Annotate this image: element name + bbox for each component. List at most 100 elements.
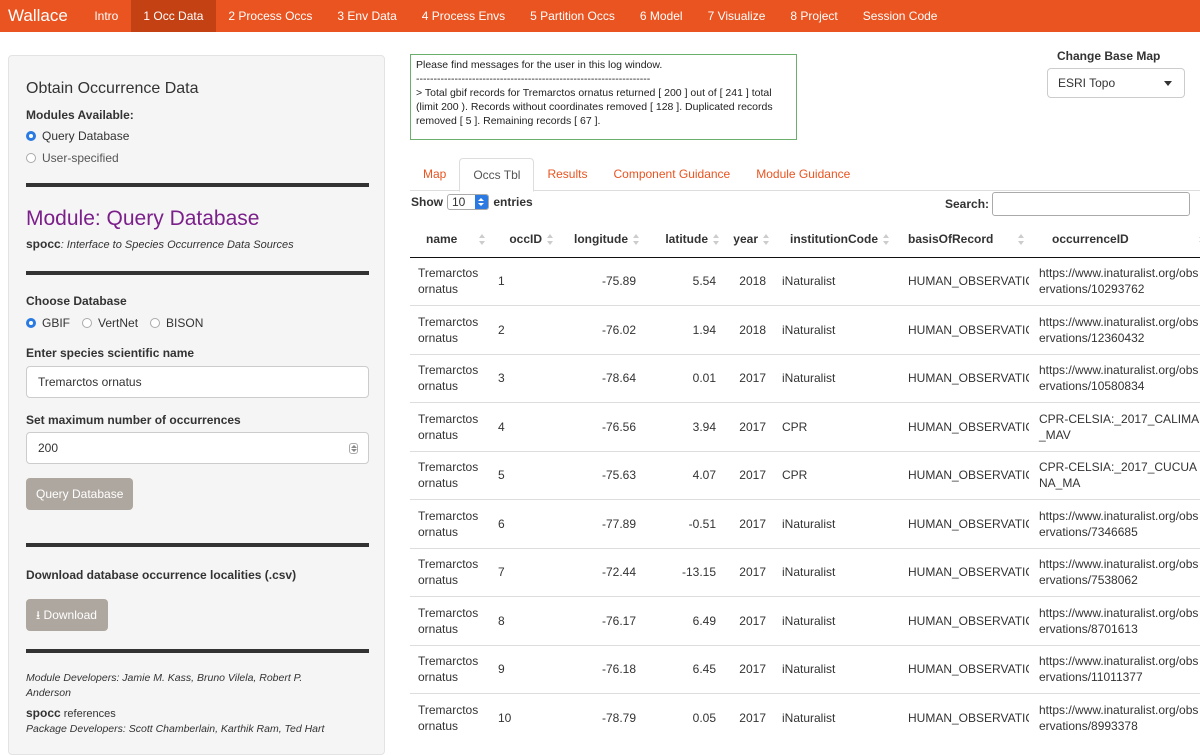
table-cell-occurrenceid: https://www.inaturalist.org/observations… [1029,693,1200,742]
tab-map[interactable]: Map [410,158,459,191]
table-cell-latitude: 0.05 [644,693,724,742]
species-name-label: Enter species scientific name [26,346,195,360]
download-icon: ⭳ [36,608,41,622]
column-header-year[interactable]: year [724,222,774,258]
table-cell-occid: 4 [490,402,558,451]
table-row[interactable]: Tremarctos ornatus 6 -77.89 -0.51 2017 iNatur… [410,499,1200,548]
column-header-name[interactable]: name [410,222,490,258]
column-header-occid[interactable]: occID [490,222,558,258]
nav-tab-process-envs[interactable]: 4 Process Envs [409,0,517,32]
nav-tab-occ-data[interactable]: 1 Occ Data [130,0,216,32]
table-cell-occid: 7 [490,547,558,597]
table-row[interactable]: Tremarctos ornatus 1 -75.89 5.54 2018 iNatura… [410,256,1200,306]
column-header-latitude[interactable]: latitude [644,222,724,258]
table-cell-basisofrecord: HUMAN_OBSERVATION [894,305,1029,354]
number-spinner-icon[interactable] [349,443,358,454]
table-cell-longitude: -78.64 [558,353,644,403]
nav-tab-model[interactable]: 6 Model [627,0,695,32]
show-label: Show [411,195,443,209]
table-cell-longitude: -78.79 [558,693,644,742]
table-cell-name: Tremarctos ornatus [410,353,490,403]
table-cell-occid: 9 [490,644,558,694]
section-divider [26,649,369,653]
nav-tab-project[interactable]: 8 Project [778,0,850,32]
table-row[interactable]: Tremarctos ornatus 7 -72.44 -13.15 2017 iNatu… [410,547,1200,597]
database-option-gbif[interactable]: GBIF [26,316,70,330]
nav-tab-partition-occs[interactable]: 5 Partition Occs [518,0,628,32]
table-cell-occid: 3 [490,353,558,403]
max-occurrences-input[interactable]: 200 [26,432,369,464]
nav-tab-process-occs[interactable]: 2 Process Occs [216,0,325,32]
database-radio-group: GBIF VertNet BISON [26,316,215,330]
table-cell-name: Tremarctos ornatus [410,256,490,306]
updown-arrows-icon [475,195,489,209]
tab-occs-tbl[interactable]: Occs Tbl [459,158,535,192]
nav-tab-env-data[interactable]: 3 Env Data [325,0,409,32]
table-cell-institutioncode: CPR [774,450,894,500]
database-option-label: BISON [166,316,204,330]
log-message: > Total gbif records for Tremarctos orna… [416,87,773,127]
module-option-user-specified[interactable]: User-specified [26,151,119,165]
nav-tab-visualize[interactable]: 7 Visualize [695,0,778,32]
table-cell-institutioncode: iNaturalist [774,256,894,306]
radio-unselected-icon [26,153,36,163]
table-cell-institutioncode: iNaturalist [774,596,894,645]
table-cell-longitude: -77.89 [558,499,644,548]
table-cell-occurrenceid: CPR-CELSIA:_2017_CUCUANA_MA [1029,450,1200,500]
table-row[interactable]: Tremarctos ornatus 2 -76.02 1.94 2018 iNatura… [410,305,1200,354]
search-label: Search: [945,197,990,211]
table-cell-year: 2017 [724,353,774,403]
table-cell-basisofrecord: HUMAN_OBSERVATION [894,644,1029,694]
refs-package-name[interactable]: spocc [26,706,61,720]
database-option-bison[interactable]: BISON [150,316,203,330]
table-row[interactable]: Tremarctos ornatus 10 -78.79 0.05 2017 iNatur… [410,693,1200,742]
table-cell-occurrenceid: https://www.inaturalist.org/observations… [1029,547,1200,597]
tab-component-guidance[interactable]: Component Guidance [600,158,743,191]
table-row[interactable]: Tremarctos ornatus 5 -75.63 4.07 2017 CPR HUMA… [410,450,1200,500]
table-row[interactable]: Tremarctos ornatus 3 -78.64 0.01 2017 iNatura… [410,353,1200,403]
table-cell-latitude: 4.07 [644,450,724,500]
tab-results[interactable]: Results [534,158,600,191]
table-cell-year: 2017 [724,547,774,597]
column-header-institutioncode[interactable]: institutionCode [774,222,894,258]
table-cell-latitude: -0.51 [644,499,724,548]
download-button[interactable]: ⭳ Download [26,599,108,631]
table-cell-year: 2017 [724,450,774,500]
table-row[interactable]: Tremarctos ornatus 9 -76.18 6.45 2017 iNatura… [410,644,1200,694]
table-cell-occid: 2 [490,305,558,354]
table-cell-name: Tremarctos ornatus [410,402,490,451]
column-header-longitude[interactable]: longitude [558,222,644,258]
module-option-label: User-specified [42,151,119,165]
table-cell-year: 2017 [724,499,774,548]
entries-select[interactable]: 10 [447,194,490,210]
results-tabs: Map Occs Tbl Results Component Guidance … [410,158,1200,192]
table-row[interactable]: Tremarctos ornatus 4 -76.56 3.94 2017 CPR HUMA… [410,402,1200,451]
table-cell-year: 2018 [724,256,774,306]
sort-icon [547,234,553,245]
log-window: Please find messages for the user in thi… [410,54,797,140]
sort-icon [479,234,485,245]
table-cell-basisofrecord: HUMAN_OBSERVATION [894,693,1029,742]
table-cell-occid: 1 [490,256,558,306]
nav-tab-intro[interactable]: Intro [82,0,131,32]
table-cell-occurrenceid: https://www.inaturalist.org/observations… [1029,256,1200,306]
table-search-input[interactable] [992,192,1190,216]
section-divider [26,183,369,187]
module-option-query-database[interactable]: Query Database [26,129,129,143]
table-cell-basisofrecord: HUMAN_OBSERVATION [894,450,1029,500]
column-header-occurrenceid[interactable]: occurrenceID [1029,222,1200,258]
table-cell-latitude: 6.45 [644,644,724,694]
basemap-value: ESRI Topo [1058,76,1116,90]
table-cell-longitude: -76.18 [558,644,644,694]
basemap-select[interactable]: ESRI Topo [1047,68,1185,98]
query-database-button[interactable]: Query Database [26,478,134,510]
species-name-input[interactable]: Tremarctos ornatus [26,366,369,398]
database-option-vertnet[interactable]: VertNet [82,316,138,330]
app-brand[interactable]: Wallace [0,0,82,32]
table-cell-basisofrecord: HUMAN_OBSERVATION [894,547,1029,597]
table-cell-occurrenceid: https://www.inaturalist.org/observations… [1029,644,1200,694]
column-header-basisofrecord[interactable]: basisOfRecord [894,222,1029,258]
tab-module-guidance[interactable]: Module Guidance [743,158,863,191]
nav-tab-session-code[interactable]: Session Code [850,0,950,32]
table-row[interactable]: Tremarctos ornatus 8 -76.17 6.49 2017 iNatura… [410,596,1200,645]
